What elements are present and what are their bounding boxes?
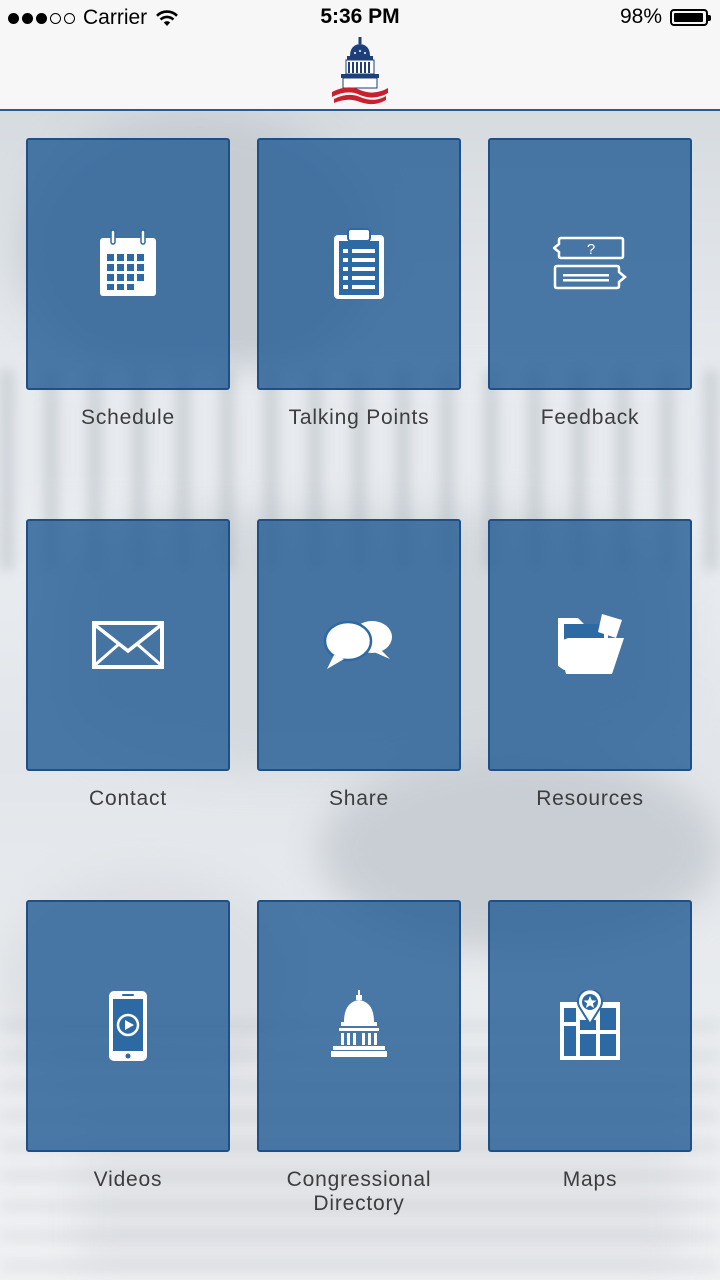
folder-icon — [558, 614, 624, 674]
chat-bubbles-icon — [323, 620, 392, 669]
tile-label-share: Share — [328, 787, 390, 810]
videos-tile[interactable] — [26, 900, 230, 1152]
tile-label-congressional-directory: Congressional Directory — [239, 1168, 479, 1216]
battery-percent: 98% — [619, 5, 662, 28]
clipboard-icon — [334, 228, 384, 299]
tile-label-line-1: Congressional — [286, 1168, 432, 1191]
share-tile[interactable] — [257, 519, 461, 771]
tile-label-talking-points: Talking Points — [288, 406, 430, 429]
status-time: 5:36 PM — [320, 5, 400, 28]
tile-label-line-2: Directory — [313, 1192, 405, 1215]
phone-video-icon — [109, 991, 147, 1061]
tile-label-contact: Contact — [89, 787, 167, 810]
capitol-dome-logo — [332, 37, 388, 105]
congressional-directory-tile[interactable] — [257, 900, 461, 1152]
tile-label-schedule: Schedule — [81, 406, 175, 429]
envelope-icon — [92, 621, 164, 669]
talking-points-tile[interactable] — [257, 138, 461, 390]
tile-label-resources: Resources — [536, 787, 644, 810]
battery-icon — [670, 8, 711, 26]
app-header — [0, 36, 720, 111]
tile-label-videos: Videos — [93, 1168, 163, 1191]
capitol-icon — [331, 990, 387, 1057]
feedback-tile[interactable]: ? — [488, 138, 692, 390]
calendar-icon — [100, 229, 156, 296]
tile-label-feedback: Feedback — [540, 406, 640, 429]
feedback-bubbles-icon: ? — [553, 236, 627, 290]
status-bar: Carrier 5:36 PM 98% — [0, 0, 720, 36]
resources-tile[interactable] — [488, 519, 692, 771]
maps-tile[interactable] — [488, 900, 692, 1152]
contact-tile[interactable] — [26, 519, 230, 771]
schedule-tile[interactable] — [26, 138, 230, 390]
map-pin-icon — [560, 990, 620, 1060]
tile-label-maps: Maps — [562, 1168, 618, 1191]
svg-text:?: ? — [587, 241, 595, 258]
